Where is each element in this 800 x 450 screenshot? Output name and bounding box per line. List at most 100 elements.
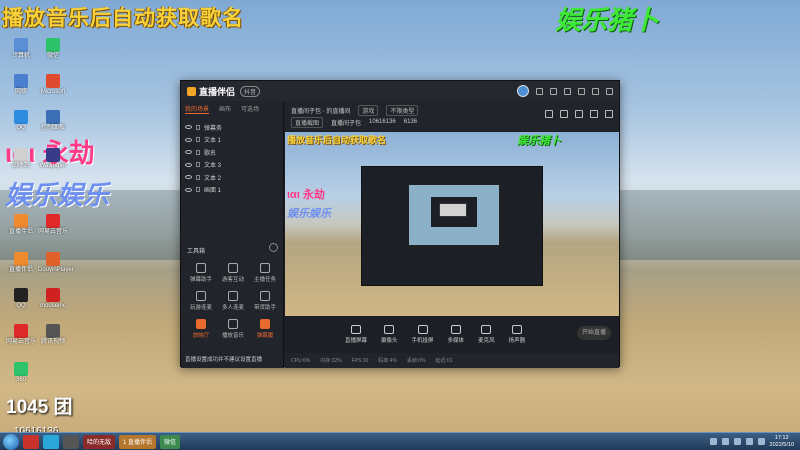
nested-preview-window xyxy=(361,166,543,286)
settings-icon[interactable] xyxy=(564,87,571,95)
eye-icon[interactable] xyxy=(185,162,192,167)
more-icon[interactable] xyxy=(605,110,613,118)
message-icon[interactable] xyxy=(536,87,543,95)
tool-item[interactable]: 播放音乐 xyxy=(217,317,249,339)
desktop-icon[interactable]: 网易云音乐 xyxy=(6,324,36,346)
clock[interactable]: 17:12 2022/5/10 xyxy=(770,435,794,449)
lock-icon[interactable] xyxy=(196,174,200,180)
source-item[interactable]: 歌名 xyxy=(185,146,279,159)
network-icon[interactable] xyxy=(757,438,765,445)
ie-taskbar-icon[interactable] xyxy=(43,434,59,449)
status-item: 码率:4% xyxy=(378,358,397,364)
gift-box-icon[interactable] xyxy=(560,110,568,118)
tool-item[interactable]: 主播任务 xyxy=(249,261,281,283)
source-item[interactable]: 文本 1 xyxy=(185,134,279,147)
tray-icon-2[interactable] xyxy=(721,438,729,445)
taskbar-item-live-companion[interactable]: 1 直播伴侣 xyxy=(119,434,157,449)
desktop-icon-label: 计算机 xyxy=(11,53,30,59)
eye-icon[interactable] xyxy=(185,137,192,142)
tool-item[interactable]: 弹幕魔 xyxy=(249,317,281,339)
preview-blue-text: 娱乐娱乐 xyxy=(287,208,331,220)
desktop-icon[interactable]: 计算机 xyxy=(6,38,36,60)
eye-icon[interactable] xyxy=(185,125,192,130)
room-title[interactable]: 直播间子包 · 的直播间 xyxy=(291,106,350,115)
netease-music-taskbar-icon[interactable] xyxy=(23,434,39,449)
tool-item[interactable]: 带货助手 xyxy=(249,289,281,311)
version-badge[interactable]: 抖音 xyxy=(240,85,261,97)
control-label: 扬声器 xyxy=(508,338,526,344)
start-live-button[interactable]: 开始直播 xyxy=(577,326,611,340)
control-icon xyxy=(511,325,522,334)
desktop-icon[interactable]: Microsoft xyxy=(38,74,68,96)
live-companion-window: 直播伴侣 抖音 我的场景 画布 可选场 弹幕务 文本 1 歌名 文本 3 文本 2 画面 … xyxy=(180,80,620,368)
eye-icon[interactable] xyxy=(185,175,192,180)
maximize-icon[interactable] xyxy=(592,87,599,95)
desktop-icon[interactable]: QQ xyxy=(6,288,36,310)
tab-canvas[interactable]: 画布 xyxy=(219,104,231,114)
control-label: 多媒体 xyxy=(447,338,465,344)
user-avatar[interactable] xyxy=(517,85,529,97)
tool-label: 放映厅 xyxy=(192,333,210,339)
source-item[interactable]: 弹幕务 xyxy=(185,121,279,134)
lock-icon[interactable] xyxy=(196,137,200,143)
source-item[interactable]: 画面 1 xyxy=(185,184,279,197)
bell-icon[interactable] xyxy=(590,110,598,118)
lock-icon[interactable] xyxy=(196,187,200,193)
desktop-icon-label: DouyinPlayer xyxy=(38,267,74,273)
tool-item[interactable]: 玩游连麦 xyxy=(185,289,217,311)
tab-my-scene[interactable]: 我的场景 xyxy=(185,104,210,114)
desktop-icon[interactable]: 直播伴侣 xyxy=(6,252,36,274)
source-item[interactable]: 文本 2 xyxy=(185,171,279,184)
desktop-icon[interactable]: mouseinc xyxy=(38,288,68,310)
desktop-icon[interactable]: 控制面板 xyxy=(38,110,68,132)
desktop-icon[interactable]: 微信 xyxy=(38,38,68,60)
desktop-icon[interactable]: DouyinPlayer xyxy=(38,252,74,274)
capture-control[interactable]: 扬声器 xyxy=(508,325,526,344)
gift-icon[interactable] xyxy=(550,87,557,95)
desktop-icon[interactable]: 360 xyxy=(6,362,36,384)
tool-item[interactable]: 放映厅 xyxy=(185,317,217,339)
lock-icon[interactable] xyxy=(196,162,200,168)
taskbar-item-app[interactable]: 哈的无敌 xyxy=(83,434,116,449)
desktop-icon[interactable]: 直播伴侣 xyxy=(6,214,36,236)
tool-item[interactable]: 游客互动 xyxy=(217,261,249,283)
tool-icon xyxy=(260,319,270,329)
desktop-icon[interactable]: 网易云音乐 xyxy=(38,214,68,236)
shop-icon[interactable] xyxy=(575,110,583,118)
start-button[interactable] xyxy=(3,433,19,450)
control-label: 直播屏幕 xyxy=(345,338,368,344)
share-icon[interactable] xyxy=(545,110,553,118)
tab-optional[interactable]: 可选场 xyxy=(241,104,259,114)
capture-control[interactable]: 直播屏幕 xyxy=(345,325,367,344)
category-tag[interactable]: 游戏 xyxy=(358,104,379,116)
tool-item[interactable]: 多人连麦 xyxy=(217,289,249,311)
eye-icon[interactable] xyxy=(185,187,192,192)
capture-control[interactable]: 手机投屏 xyxy=(412,325,434,344)
desktop-icon[interactable]: 腾讯视频 xyxy=(38,324,68,346)
capture-control[interactable]: 摄像头 xyxy=(381,325,398,344)
volume-icon[interactable] xyxy=(745,438,753,445)
lock-icon[interactable] xyxy=(196,124,200,130)
status-item: 内存:32% xyxy=(320,358,342,364)
desktop-icon[interactable]: QQ xyxy=(6,110,36,132)
stream-preview[interactable]: 播放音乐后自动获取歌名 娱乐猪卜 ιαι 永劫 娱乐娱乐 xyxy=(285,132,619,316)
eye-icon[interactable] xyxy=(185,150,192,155)
screenshot-button[interactable]: 直播截图 xyxy=(291,116,324,128)
lock-icon[interactable] xyxy=(196,149,200,155)
taskbar-item-wechat[interactable]: 微信 xyxy=(160,434,181,449)
tray-icon-3[interactable] xyxy=(733,438,741,445)
capture-control[interactable]: 麦克风 xyxy=(478,325,495,344)
toolbox-more-icon[interactable] xyxy=(269,243,278,252)
minimize-icon[interactable] xyxy=(578,87,585,95)
desktop-icon[interactable]: 回收站 xyxy=(6,148,36,170)
type-tag[interactable]: 不限类型 xyxy=(386,104,419,116)
capture-control[interactable]: 多媒体 xyxy=(447,325,465,344)
desktop-icon[interactable]: 网络 xyxy=(6,74,36,96)
tool-item[interactable]: 弹幕助手 xyxy=(185,261,217,283)
control-label: 手机投屏 xyxy=(411,338,434,344)
tray-icon-1[interactable] xyxy=(709,438,717,445)
source-item[interactable]: 文本 3 xyxy=(185,159,279,172)
close-icon[interactable] xyxy=(606,87,613,95)
desktop-icon[interactable]: Wallpaper xyxy=(38,148,68,170)
folder-taskbar-icon[interactable] xyxy=(63,434,79,449)
